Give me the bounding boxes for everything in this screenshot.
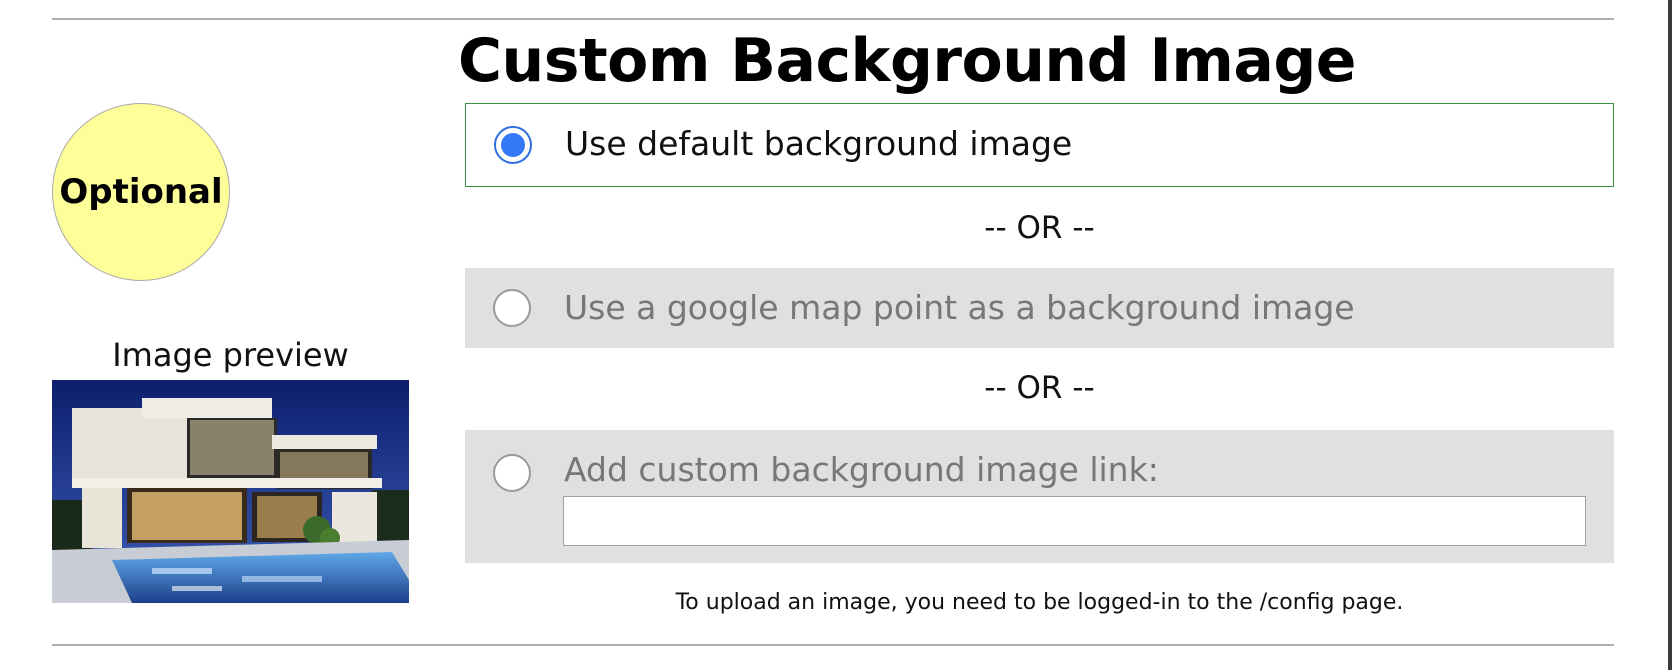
option-google-map-background-label: Use a google map point as a background i…	[564, 288, 1355, 327]
image-preview-label: Image preview	[112, 336, 349, 374]
optional-badge: Optional	[52, 103, 230, 281]
top-divider	[52, 18, 1614, 20]
or-separator: -- OR --	[984, 210, 1095, 246]
house-photo-illustration	[52, 380, 409, 603]
custom-background-section: Custom Background Image Optional Image p…	[0, 0, 1672, 670]
window-edge	[1668, 0, 1672, 670]
image-preview	[52, 380, 409, 603]
upload-note: To upload an image, you need to be logge…	[675, 590, 1404, 615]
bottom-divider	[52, 644, 1614, 646]
radio-default-background[interactable]	[494, 126, 532, 164]
option-custom-link[interactable]: Add custom background image link:	[465, 430, 1614, 563]
radio-custom-link[interactable]	[493, 454, 531, 492]
option-default-background[interactable]: Use default background image	[465, 103, 1614, 187]
section-title: Custom Background Image	[458, 26, 1356, 96]
option-google-map-background[interactable]: Use a google map point as a background i…	[465, 268, 1614, 348]
option-custom-link-label: Add custom background image link:	[564, 450, 1159, 489]
custom-image-link-input[interactable]	[563, 496, 1586, 546]
option-default-background-label: Use default background image	[565, 124, 1073, 163]
radio-google-map-background[interactable]	[493, 289, 531, 327]
or-separator: -- OR --	[984, 370, 1095, 406]
